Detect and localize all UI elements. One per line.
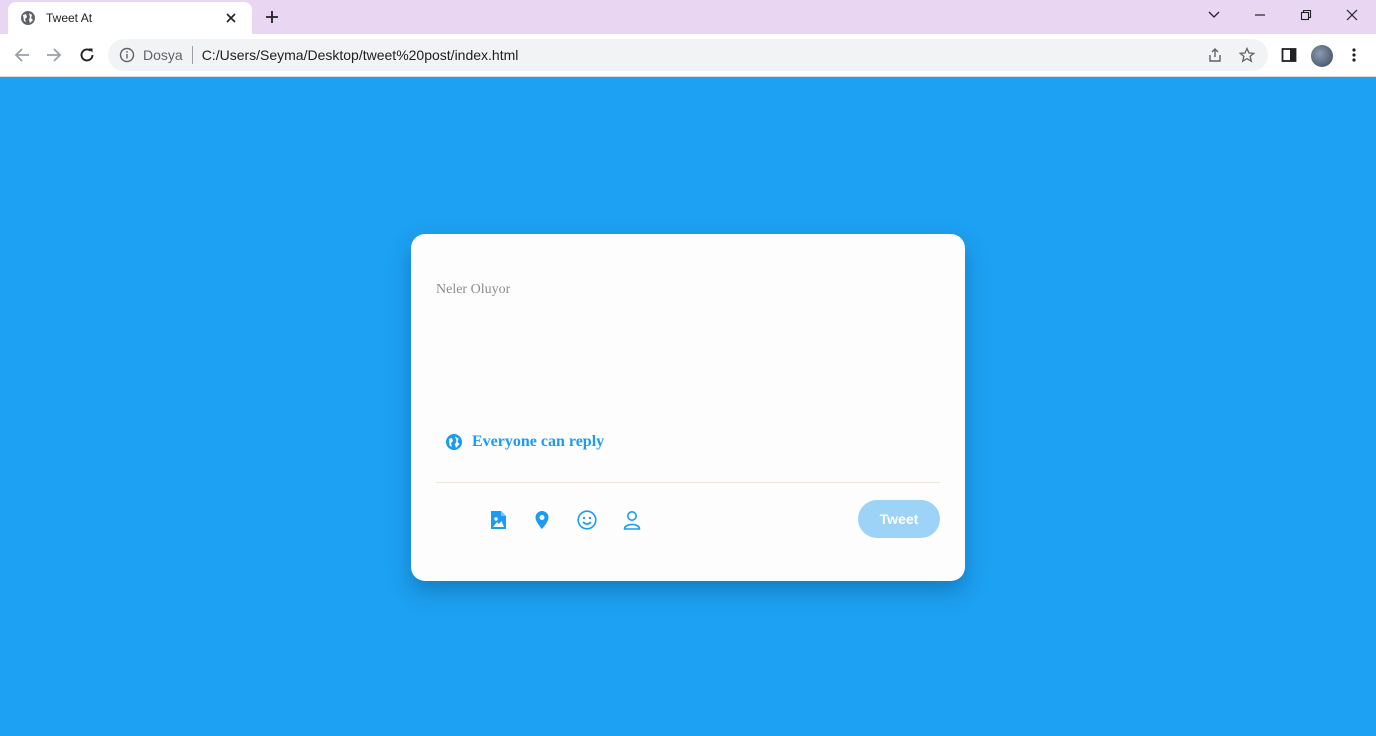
reload-icon[interactable] bbox=[76, 44, 98, 66]
tweet-textarea[interactable] bbox=[436, 282, 936, 402]
share-icon[interactable] bbox=[1204, 44, 1226, 66]
url-text[interactable]: C:/Users/Seyma/Desktop/tweet%20post/inde… bbox=[202, 47, 1204, 63]
restore-icon[interactable] bbox=[1293, 4, 1319, 26]
composer-divider bbox=[436, 482, 940, 483]
reply-setting-button[interactable]: Everyone can reply bbox=[445, 433, 604, 451]
browser-toolbar: Dosya C:/Users/Seyma/Desktop/tweet%20pos… bbox=[0, 34, 1376, 77]
back-arrow-icon[interactable] bbox=[11, 44, 33, 66]
info-icon[interactable] bbox=[119, 47, 135, 63]
close-icon[interactable] bbox=[222, 9, 240, 27]
globe-icon bbox=[445, 433, 463, 451]
profile-avatar[interactable] bbox=[1311, 45, 1333, 67]
tab-strip: Tweet At bbox=[0, 0, 1376, 34]
window-close-icon[interactable] bbox=[1339, 4, 1365, 26]
new-tab-button[interactable] bbox=[262, 7, 282, 27]
scheme-label: Dosya bbox=[143, 47, 183, 63]
location-icon[interactable] bbox=[531, 508, 553, 532]
bookmark-star-icon[interactable] bbox=[1236, 44, 1258, 66]
tab-title: Tweet At bbox=[46, 11, 93, 25]
tweet-card: Everyone can reply Tweet bbox=[411, 234, 965, 581]
omnibox-divider bbox=[191, 46, 193, 64]
minimize-icon[interactable] bbox=[1247, 4, 1273, 26]
side-panel-icon[interactable] bbox=[1278, 44, 1300, 66]
emoji-icon[interactable] bbox=[576, 508, 598, 532]
reply-setting-label: Everyone can reply bbox=[472, 433, 605, 450]
image-icon[interactable] bbox=[487, 508, 509, 532]
user-icon[interactable] bbox=[621, 508, 643, 532]
forward-arrow-icon[interactable] bbox=[43, 44, 65, 66]
more-menu-icon[interactable] bbox=[1343, 44, 1365, 66]
address-bar[interactable]: Dosya C:/Users/Seyma/Desktop/tweet%20pos… bbox=[108, 39, 1268, 71]
tab-search-icon[interactable] bbox=[1201, 4, 1227, 26]
tweet-button[interactable]: Tweet bbox=[858, 500, 940, 538]
browser-tab[interactable]: Tweet At bbox=[8, 2, 252, 34]
globe-icon bbox=[20, 10, 36, 26]
